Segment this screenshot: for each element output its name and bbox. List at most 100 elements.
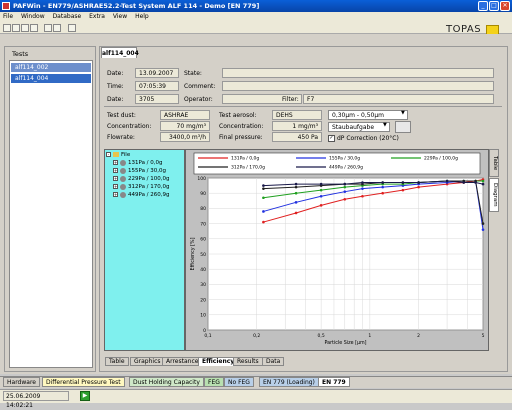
curve-icon — [120, 191, 126, 198]
tests-list[interactable] — [9, 60, 93, 368]
apply-button[interactable] — [395, 121, 411, 133]
tree-item-label: 312Pa / 170,0g — [128, 184, 170, 190]
data-point — [294, 211, 298, 215]
legend-label: 312Pa / 170,0g — [231, 165, 265, 171]
legend-label: 449Pa / 260,9g — [329, 165, 363, 171]
test-item-alf114-004[interactable]: alf114_004 — [11, 74, 91, 83]
close-button[interactable]: ✕ — [500, 1, 510, 11]
side-tab-diagram[interactable]: Diagram — [489, 178, 499, 212]
y-tick-label: 90 — [200, 191, 206, 197]
tree-item-label: 229Pa / 100,0g — [128, 176, 170, 182]
data-point — [381, 185, 384, 189]
date-value: 13.09.2007 — [135, 68, 179, 78]
data-point — [294, 201, 298, 204]
module-tab-en779[interactable]: EN 779 — [318, 377, 350, 387]
data-point — [294, 191, 298, 195]
expand-icon: + — [113, 176, 118, 181]
tree-root[interactable]: - File — [106, 151, 130, 159]
data-point — [481, 228, 485, 231]
minimize-button[interactable]: _ — [478, 1, 488, 11]
y-axis-label: Efficiency [%] — [190, 237, 196, 270]
concentration-value: 70 mg/m³ — [160, 121, 210, 131]
flowrate-value: 3400,0 m³/h — [160, 132, 210, 142]
curve-icon — [120, 175, 126, 182]
y-tick-label: 100 — [197, 176, 206, 182]
mode-select-value: Staubaufgabe — [332, 124, 375, 131]
tree-item[interactable]: +312Pa / 170,0g — [113, 183, 170, 191]
tab-results[interactable]: Results — [233, 357, 263, 366]
data-point — [381, 191, 384, 195]
x-tick-label: 0,2 — [253, 333, 260, 339]
tree-item[interactable]: +155Pa / 30,0g — [113, 167, 166, 175]
maximize-button[interactable]: □ — [489, 1, 499, 11]
tab-graphics[interactable]: Graphics — [130, 357, 165, 366]
expand-icon: + — [113, 184, 118, 189]
side-tab-table[interactable]: Table — [489, 149, 499, 177]
legend-label: 131Pa / 0,0g — [231, 156, 259, 162]
data-point — [262, 210, 265, 213]
y-tick-label: 50 — [200, 252, 206, 258]
tree-item-label: 131Pa / 0,0g — [128, 160, 163, 166]
x-tick-label: 1 — [368, 333, 371, 339]
app-icon — [2, 2, 10, 10]
module-tab-en779-loading[interactable]: EN 779 (Loading) — [259, 377, 319, 387]
x-tick-label: 2 — [417, 333, 420, 339]
tree-root-label: File — [121, 152, 131, 158]
tree-item[interactable]: +449Pa / 260,9g — [113, 191, 170, 199]
tab-table[interactable]: Table — [105, 357, 129, 366]
tab-data[interactable]: Data — [262, 357, 285, 366]
module-tab-dp-test[interactable]: Differential Pressure Test — [42, 377, 125, 387]
data-point — [319, 204, 323, 207]
menu-view[interactable]: View — [113, 12, 127, 22]
open-icon[interactable] — [12, 24, 20, 32]
save-icon[interactable] — [21, 24, 29, 32]
tree-item[interactable]: +229Pa / 100,0g — [113, 175, 170, 183]
data-point — [474, 181, 477, 184]
tab-alf114-004[interactable]: alf114_004 — [101, 47, 139, 58]
module-tab-feg[interactable]: FEG — [204, 377, 224, 387]
x-axis-label: Particle Size [µm] — [324, 340, 366, 346]
data-point — [319, 188, 323, 192]
copy-icon[interactable] — [44, 24, 52, 32]
module-tab-dust-holding[interactable]: Dust Holding Capacity — [129, 377, 204, 387]
data-point — [417, 181, 420, 184]
x-tick-label: 0,5 — [318, 333, 325, 339]
menu-extra[interactable]: Extra — [89, 12, 105, 22]
x-tick-label: 5 — [482, 333, 485, 339]
menu-bar: File Window Database Extra View Help — [0, 12, 512, 22]
menu-window[interactable]: Window — [21, 12, 45, 22]
tab-arrestance[interactable]: Arrestance — [162, 357, 203, 366]
data-point — [262, 187, 265, 190]
run-icon[interactable]: ▶ — [80, 391, 90, 401]
aerosol-concentration-label: Concentration: — [219, 123, 264, 130]
range-select[interactable]: 0,30µm - 0,50µm — [328, 110, 408, 120]
curve-icon — [120, 159, 126, 166]
final-pressure-label: Final pressure: — [219, 134, 263, 141]
new-icon[interactable] — [3, 24, 11, 32]
efficiency-chart: 0 10 20 30 40 50 60 70 80 90 100 0,1 0,2 0,5 1 2 5 Partic… — [190, 152, 485, 346]
paste-icon[interactable] — [53, 24, 61, 32]
state-label: State: — [184, 70, 202, 77]
exit-icon[interactable] — [68, 24, 76, 32]
window-titlebar: PAFWin - EN779/ASHRAE52.2-Test System AL… — [0, 0, 512, 12]
y-tick-label: 0 — [203, 328, 206, 334]
dp-correction-checkbox[interactable]: ✓ — [328, 135, 335, 142]
data-point — [361, 181, 364, 184]
expand-icon: + — [113, 160, 118, 165]
y-tick-label: 70 — [200, 221, 206, 227]
module-tab-no-feg[interactable]: No FEG — [224, 377, 254, 387]
status-timestamp: 25.06.2009 14:02:21 — [3, 391, 69, 409]
menu-help[interactable]: Help — [135, 12, 149, 22]
mode-select[interactable]: Staubaufgabe — [328, 122, 390, 132]
data-point — [481, 182, 485, 186]
print-icon[interactable] — [30, 24, 38, 32]
module-tab-hardware[interactable]: Hardware — [3, 377, 40, 387]
separator — [104, 106, 502, 107]
test-item-alf114-002[interactable]: alf114_002 — [11, 63, 91, 72]
legend-label: 229Pa / 100,0g — [424, 156, 458, 162]
tree-item[interactable]: +131Pa / 0,0g — [113, 159, 163, 167]
expand-icon: + — [113, 192, 118, 197]
menu-file[interactable]: File — [3, 12, 13, 22]
data-point — [417, 185, 420, 189]
menu-database[interactable]: Database — [53, 12, 82, 22]
